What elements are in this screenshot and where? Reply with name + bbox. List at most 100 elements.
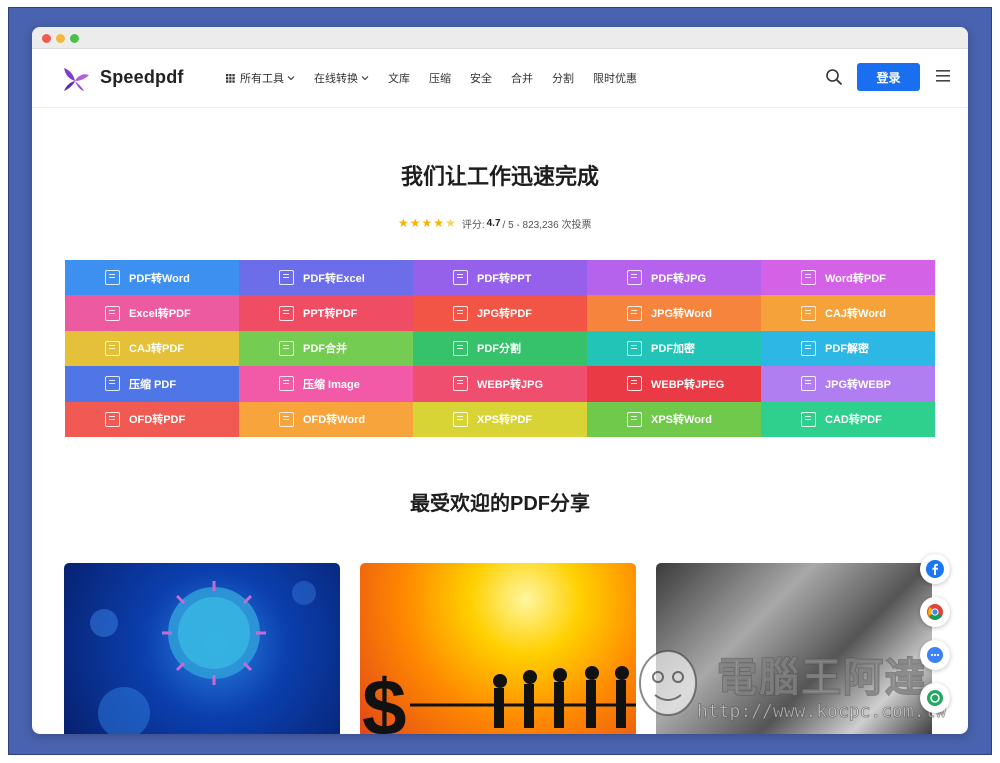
- nav-item-3[interactable]: 压缩: [429, 70, 451, 86]
- tool-tile[interactable]: PDF转Word: [65, 260, 239, 296]
- tool-tile[interactable]: PDF加密: [587, 330, 761, 367]
- tool-label: JPG转WEBP: [825, 378, 892, 391]
- rating-summary: ★ ★ ★ ★ ★ 评分: 4.7 / 5 - 823,236 次投票: [398, 216, 591, 231]
- tool-tile[interactable]: JPG转Word: [587, 295, 761, 331]
- hamburger-menu-icon[interactable]: [936, 70, 950, 82]
- brand-name[interactable]: Speedpdf: [100, 67, 184, 88]
- tool-tile[interactable]: PDF转PPT: [413, 260, 587, 296]
- chrome-share-button[interactable]: [920, 597, 950, 627]
- nav-item-label: 合并: [511, 73, 533, 85]
- tool-tile[interactable]: PDF合并: [239, 330, 413, 367]
- tool-tile[interactable]: WEBP转JPG: [413, 366, 587, 402]
- document-icon: [279, 376, 294, 392]
- document-icon: [453, 340, 468, 356]
- tool-tile[interactable]: OFD转PDF: [65, 401, 239, 437]
- nav-item-label: 文库: [388, 73, 410, 85]
- speedpdf-logo-icon[interactable]: [60, 65, 90, 93]
- tool-label: PDF加密: [651, 343, 695, 356]
- tool-tile[interactable]: Excel转PDF: [65, 295, 239, 331]
- star-half-icon: ★: [445, 216, 456, 230]
- document-icon: [801, 340, 816, 356]
- nav-item-0[interactable]: 所有工具: [226, 70, 295, 86]
- nav-item-5[interactable]: 合并: [511, 70, 533, 86]
- chevron-down-icon: [287, 76, 295, 81]
- document-icon: [105, 340, 120, 356]
- svg-text:$: $: [362, 663, 407, 734]
- document-icon: [453, 411, 468, 427]
- share-card-money-tug[interactable]: $: [360, 563, 636, 734]
- nav-item-label: 分割: [552, 73, 574, 85]
- tool-tile[interactable]: PDF分割: [413, 330, 587, 367]
- tool-tile[interactable]: PDF转JPG: [587, 260, 761, 296]
- tool-tile[interactable]: XPS转Word: [587, 401, 761, 437]
- tool-tile[interactable]: OFD转Word: [239, 401, 413, 437]
- maximize-window-button[interactable]: [70, 34, 79, 43]
- link-icon: [927, 690, 943, 706]
- tool-label: PDF转JPG: [651, 272, 707, 285]
- document-icon: [105, 270, 120, 286]
- tool-label: JPG转PDF: [477, 308, 533, 321]
- tool-label: 压缩 Image: [303, 378, 360, 391]
- link-share-button[interactable]: [920, 683, 950, 713]
- tool-tile[interactable]: WEBP转JPEG: [587, 366, 761, 402]
- document-icon: [627, 411, 642, 427]
- document-icon: [627, 270, 642, 286]
- nav-item-1[interactable]: 在线转换: [314, 70, 369, 86]
- star-full-icon: ★: [409, 216, 421, 230]
- star-full-icon: ★: [398, 216, 409, 230]
- tool-label: WEBP转JPEG: [651, 378, 725, 391]
- star-full-icon: ★: [433, 216, 445, 230]
- nav-item-label: 在线转换: [314, 73, 358, 85]
- tool-label: PDF合并: [303, 343, 347, 356]
- facebook-share-button[interactable]: [920, 554, 950, 584]
- tool-tile[interactable]: PDF转Excel: [239, 260, 413, 296]
- document-icon: [453, 305, 468, 321]
- messenger-icon: [927, 647, 943, 663]
- window-titlebar: [32, 27, 968, 49]
- nav-item-label: 所有工具: [240, 73, 284, 85]
- tool-label: CAJ转PDF: [129, 343, 185, 356]
- minimize-window-button[interactable]: [56, 34, 65, 43]
- document-icon: [801, 270, 816, 286]
- nav-item-2[interactable]: 文库: [388, 70, 410, 86]
- chrome-icon: [927, 604, 943, 620]
- tool-tile[interactable]: 压缩 Image: [239, 366, 413, 402]
- tool-label: XPS转Word: [651, 414, 712, 427]
- nav-item-label: 安全: [470, 73, 492, 85]
- nav-item-4[interactable]: 安全: [470, 70, 492, 86]
- share-card-virus[interactable]: [64, 563, 340, 734]
- login-button[interactable]: 登录: [857, 63, 920, 91]
- document-icon: [801, 305, 816, 321]
- tool-tile[interactable]: XPS转PDF: [413, 401, 587, 437]
- facebook-icon: [926, 560, 944, 578]
- tool-label: PDF解密: [825, 343, 869, 356]
- tool-tile[interactable]: JPG转PDF: [413, 295, 587, 331]
- document-icon: [453, 376, 468, 392]
- share-card-crowd[interactable]: [656, 563, 932, 734]
- tool-label: CAJ转Word: [825, 308, 886, 321]
- document-icon: [627, 305, 642, 321]
- document-icon: [105, 305, 120, 321]
- nav-item-6[interactable]: 分割: [552, 70, 574, 86]
- tool-label: OFD转PDF: [129, 414, 186, 427]
- tool-label: PDF分割: [477, 343, 521, 356]
- tool-tile[interactable]: Word转PDF: [761, 260, 935, 296]
- tool-tile[interactable]: 压缩 PDF: [65, 366, 239, 402]
- tool-label: PDF转PPT: [477, 272, 532, 285]
- rating-stars: ★ ★ ★ ★ ★: [398, 217, 457, 229]
- grid-icon: [226, 73, 235, 83]
- nav-item-7[interactable]: 限时优惠: [593, 70, 637, 86]
- star-full-icon: ★: [421, 216, 433, 230]
- close-window-button[interactable]: [42, 34, 51, 43]
- tool-tile[interactable]: PDF解密: [761, 330, 935, 367]
- nav-item-label: 压缩: [429, 73, 451, 85]
- tool-tile[interactable]: JPG转WEBP: [761, 366, 935, 402]
- tool-tile[interactable]: PPT转PDF: [239, 295, 413, 331]
- tool-tile[interactable]: CAJ转Word: [761, 295, 935, 331]
- search-icon[interactable]: [825, 68, 843, 86]
- messenger-share-button[interactable]: [920, 640, 950, 670]
- browser-window: Speedpdf 所有工具 在线转换 文库 压缩 安全 合并 分割 限时优惠 登录 我们让工作…: [32, 27, 968, 734]
- tool-tile[interactable]: CAD转PDF: [761, 401, 935, 437]
- tool-label: XPS转PDF: [477, 414, 533, 427]
- tool-tile[interactable]: CAJ转PDF: [65, 330, 239, 367]
